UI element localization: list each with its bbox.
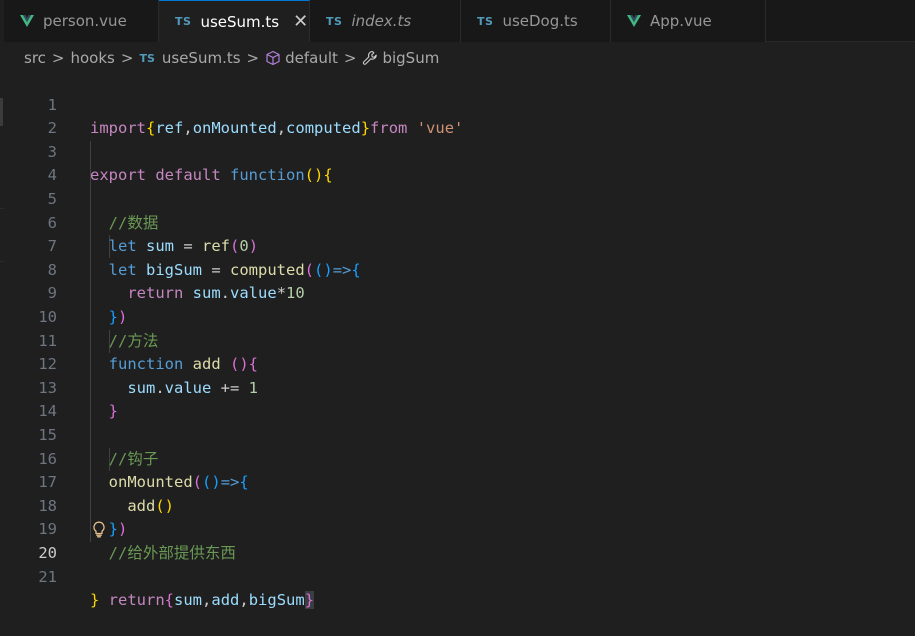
code-line: 1 import{ref,onMounted,computed}from 'vu… [4,70,915,138]
chevron-right-icon: > [343,49,357,67]
code-line: 15 //钩子 [4,400,915,468]
code-line: 5 //数据 [4,164,915,232]
code-line: 19 //给外部提供东西 [4,495,915,562]
code-line: 8 return sum.value*10 [4,235,915,303]
breadcrumb-item-bigsum[interactable]: bigSum [382,49,439,67]
code-line: 16 onMounted(()=>{ [4,424,915,492]
code-editor[interactable]: 1 import{ref,onMounted,computed}from 'vu… [4,70,915,610]
code-line: 7 let bigSum = computed(()=>{ [4,212,915,279]
breadcrumb-item-hooks[interactable]: hooks [70,49,114,67]
tab-index-ts[interactable]: TS index.ts [310,0,461,42]
tab-app-vue[interactable]: App.vue [611,0,766,42]
code-line: 6 let sum = ref(0) [4,188,915,256]
code-line-current: 20 return{sum,add,bigSum} [4,518,915,610]
code-line: 4 [4,141,915,184]
code-line: 9 }) [4,259,915,326]
code-line: 18 }) [4,471,915,539]
typescript-icon: TS [326,14,343,28]
typescript-icon: TS [477,14,494,28]
code-line: 21 } [4,542,915,610]
breadcrumb-item-default[interactable]: default [285,49,338,67]
code-line: 3 export default function(){ [4,117,915,185]
code-line: 12 sum.value += 1 [4,330,915,397]
tab-label: useSum.ts [200,12,280,31]
tab-usedog-ts[interactable]: TS useDog.ts [461,0,611,42]
close-icon[interactable]: ✕ [293,12,308,31]
code-line: 2 [4,94,915,137]
editor-tab-bar: person.vue TS useSum.ts ✕ TS index.ts TS… [4,0,915,42]
line-number: 21 [38,567,57,586]
tab-label: index.ts [351,12,412,30]
wrench-icon [362,50,378,66]
code-line: 10 //方法 [4,282,915,350]
lightbulb-icon[interactable] [92,521,106,538]
typescript-icon: TS [139,51,155,65]
tab-label: useDog.ts [502,12,578,30]
code-line: 13 } [4,353,915,421]
breadcrumb-item-file[interactable]: useSum.ts [162,49,241,67]
scroll-marker [0,98,3,126]
tab-label: App.vue [650,12,712,30]
chevron-right-icon: > [246,49,260,67]
chevron-right-icon: > [51,49,65,67]
tab-person-vue[interactable]: person.vue [4,0,159,42]
typescript-icon: TS [175,15,192,28]
cube-icon [265,50,281,66]
vue-icon [20,15,34,27]
breadcrumb-item-src[interactable]: src [24,49,46,67]
chevron-right-icon: > [120,49,134,67]
tab-label: person.vue [43,12,127,30]
breadcrumb: src > hooks > TS useSum.ts > default > b… [4,46,915,70]
code-line: 14 [4,377,915,420]
vue-icon [627,15,641,27]
tab-usesum-ts[interactable]: TS useSum.ts ✕ [159,0,310,42]
code-line: 11 function add (){ [4,306,915,374]
code-line: 17 add() [4,448,915,515]
